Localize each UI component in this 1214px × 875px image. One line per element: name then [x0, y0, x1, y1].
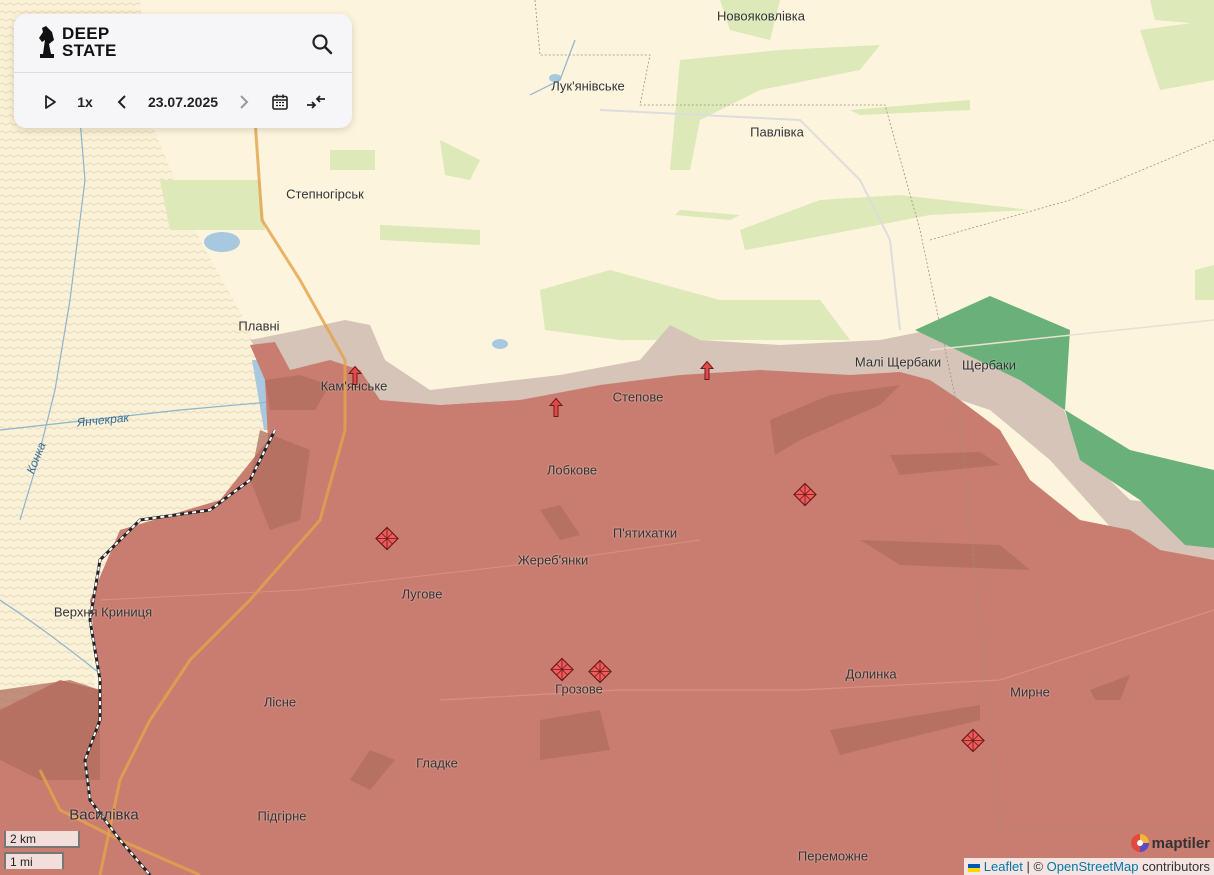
place-label: Лісне — [263, 694, 297, 710]
place-label: Переможне — [797, 848, 869, 864]
place-label: Гладке — [416, 755, 458, 771]
shelling-diamond-icon[interactable] — [375, 526, 399, 556]
panel-divider — [14, 72, 352, 73]
compare-arrows-icon — [307, 95, 325, 109]
map-canvas[interactable] — [0, 0, 1214, 875]
place-label: Жереб'янки — [517, 552, 589, 568]
maptiler-logo-icon — [1130, 834, 1149, 852]
scale-mi: 1 mi — [4, 852, 64, 869]
place-label: Василівка — [69, 806, 139, 824]
place-label: Долинка — [845, 666, 897, 682]
place-label: Лугове — [401, 586, 443, 602]
maptiler-text: maptiler — [1151, 834, 1210, 852]
attribution-bar: Leaflet | © OpenStreetMap contributors — [964, 858, 1214, 875]
logo[interactable]: DEEP STATE — [36, 24, 122, 60]
shelling-diamond-icon[interactable] — [550, 657, 574, 687]
previous-date-button[interactable] — [112, 91, 132, 113]
place-label: Новояковлівка — [717, 8, 805, 24]
calendar-icon — [272, 94, 288, 110]
ukraine-flag-icon — [968, 863, 981, 872]
date-display[interactable]: 23.07.2025 — [142, 91, 224, 113]
place-label: Плавні — [238, 318, 280, 334]
place-label: Верхня Криниця — [53, 604, 153, 620]
shelling-diamond-icon[interactable] — [793, 482, 817, 512]
attribution-separator: | © — [1026, 859, 1044, 874]
scale-km: 2 km — [4, 831, 80, 848]
place-label: Лук'янівське — [551, 78, 625, 94]
compare-button[interactable] — [304, 91, 328, 113]
attack-arrow-icon[interactable] — [548, 397, 564, 423]
place-label: Підгірне — [257, 808, 307, 824]
attribution-contributors: contributors — [1142, 859, 1210, 874]
search-button[interactable] — [310, 32, 334, 56]
place-label: Степногірськ — [286, 186, 364, 202]
attack-arrow-icon[interactable] — [699, 360, 715, 386]
maptiler-logo[interactable]: maptiler — [1130, 833, 1210, 853]
chevron-right-icon — [240, 95, 249, 109]
leaflet-link[interactable]: Leaflet — [984, 859, 1023, 874]
shelling-diamond-icon[interactable] — [961, 728, 985, 758]
play-button[interactable] — [40, 91, 60, 113]
search-icon — [312, 34, 333, 55]
calendar-button[interactable] — [270, 91, 290, 113]
place-label: Степове — [612, 389, 664, 405]
knight-logo-icon — [39, 26, 54, 58]
next-date-button[interactable] — [234, 91, 254, 113]
place-label: Лобкове — [546, 462, 598, 478]
place-label: Малі Щербаки — [854, 354, 942, 370]
chevron-left-icon — [117, 95, 126, 109]
speed-button[interactable]: 1x — [72, 91, 98, 113]
place-label: Щербаки — [962, 357, 1016, 373]
place-label: Павлівка — [750, 124, 804, 140]
openstreetmap-link[interactable]: OpenStreetMap — [1047, 859, 1139, 874]
place-label: Мирне — [1010, 684, 1050, 700]
control-panel: DEEP STATE 1x 23.07.2025 — [14, 14, 352, 128]
shelling-diamond-icon[interactable] — [588, 659, 612, 689]
play-icon — [45, 95, 56, 109]
logo-text: DEEP STATE — [62, 24, 117, 60]
attack-arrow-icon[interactable] — [347, 365, 363, 391]
place-label: П'ятихатки — [612, 525, 678, 541]
